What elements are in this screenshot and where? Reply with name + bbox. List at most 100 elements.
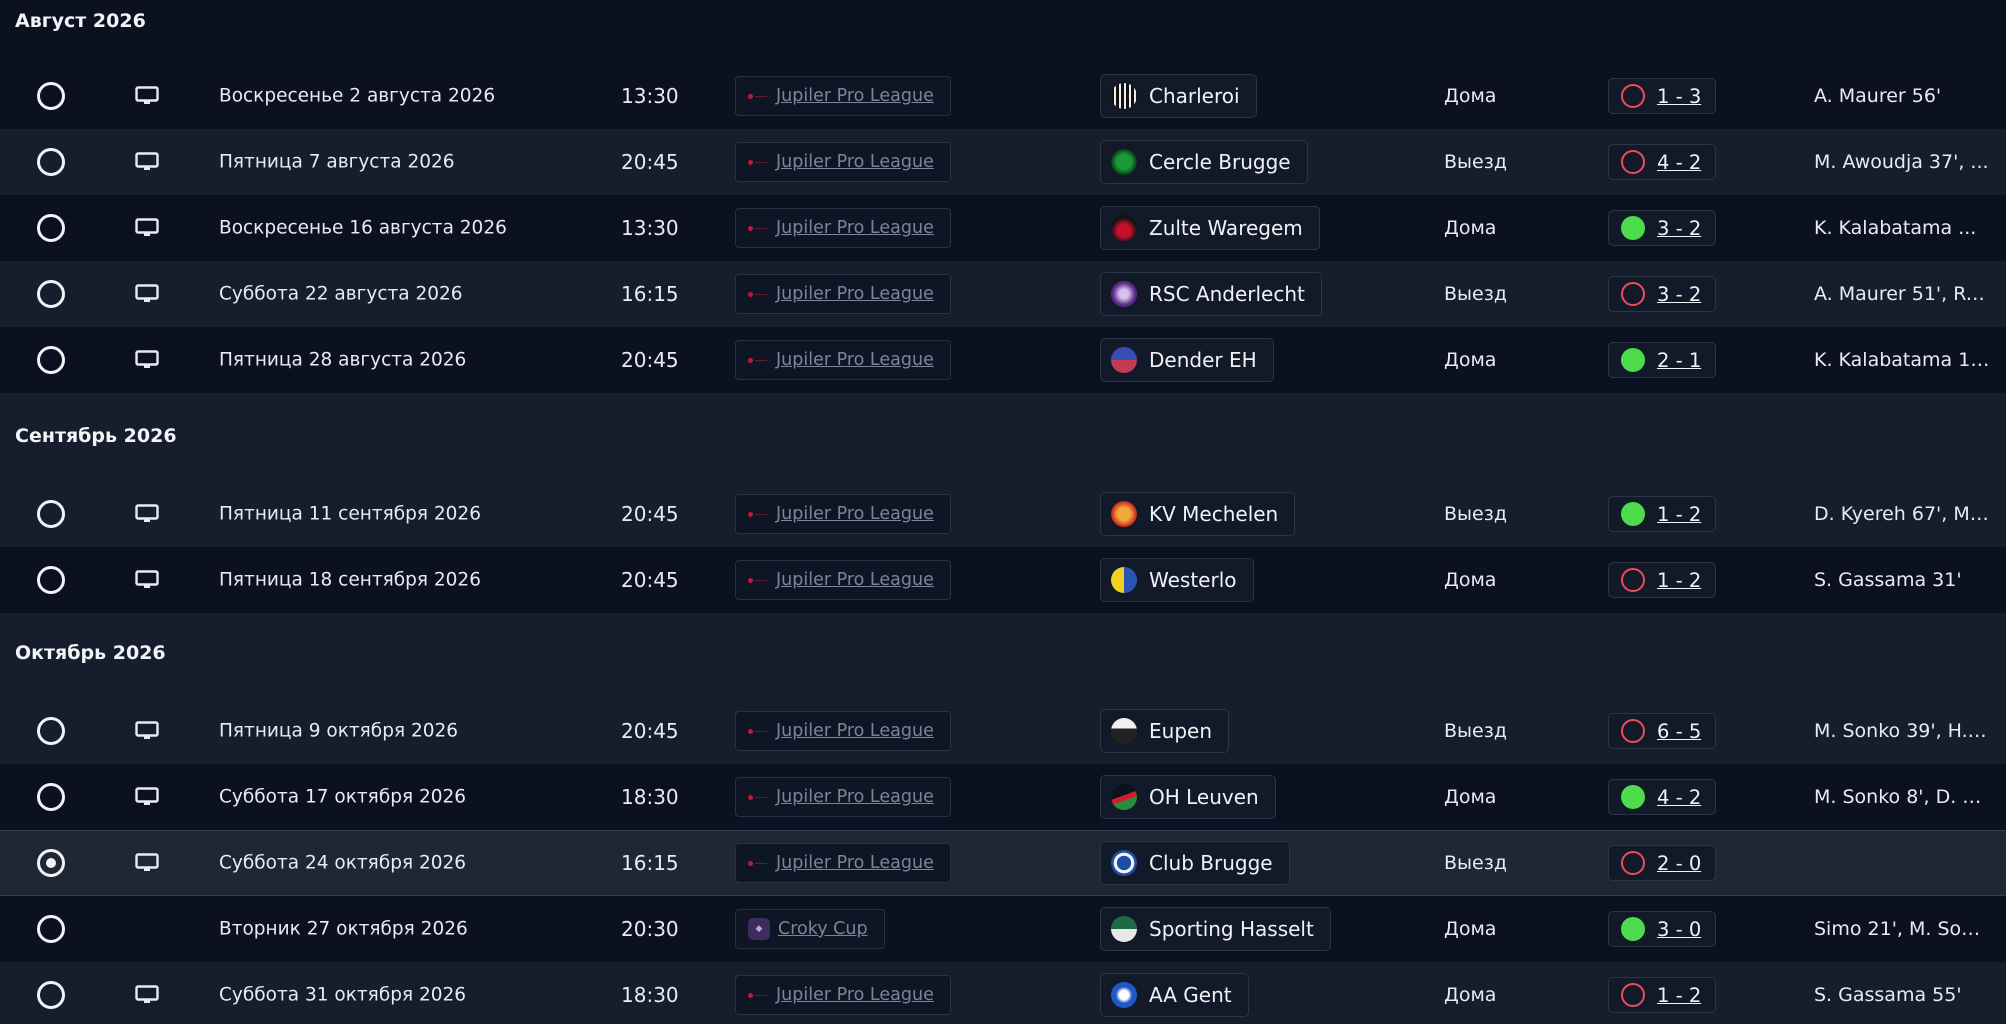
competition-link[interactable]: Jupiler Pro League — [735, 777, 951, 817]
match-result-button[interactable]: 1 - 2 — [1608, 562, 1717, 598]
opponent-button[interactable]: Club Brugge — [1100, 841, 1290, 885]
match-score: 6 - 5 — [1657, 719, 1702, 743]
match-select-radio[interactable] — [37, 280, 65, 308]
opponent-button[interactable]: Charleroi — [1100, 74, 1257, 118]
opponent-button[interactable]: OH Leuven — [1100, 775, 1276, 819]
win-indicator-icon — [1621, 917, 1645, 941]
opponent-button[interactable]: Eupen — [1100, 709, 1229, 753]
competition-name: Jupiler Pro League — [776, 787, 934, 807]
opponent-button[interactable]: AA Gent — [1100, 973, 1249, 1017]
westerlo-crest-icon — [1111, 567, 1137, 593]
match-result-button[interactable]: 1 - 3 — [1608, 78, 1717, 114]
match-result-button[interactable]: 1 - 2 — [1608, 496, 1717, 532]
match-row[interactable]: Пятница 28 августа 2026 20:45 Jupiler Pro … — [0, 327, 2006, 393]
match-result-button[interactable]: 4 - 2 — [1608, 779, 1717, 815]
match-select-radio[interactable] — [37, 346, 65, 374]
match-result-button[interactable]: 1 - 2 — [1608, 977, 1717, 1013]
match-select-radio[interactable] — [37, 214, 65, 242]
competition-name: Jupiler Pro League — [776, 570, 934, 590]
dender-crest-icon — [1111, 347, 1137, 373]
competition-link[interactable]: Jupiler Pro League — [735, 274, 951, 314]
match-select-radio[interactable] — [37, 82, 65, 110]
competition-link[interactable]: Jupiler Pro League — [735, 975, 951, 1015]
match-result-button[interactable]: 2 - 1 — [1608, 342, 1717, 378]
match-venue: Выезд — [1444, 852, 1507, 874]
match-row[interactable]: Воскресенье 2 августа 2026 13:30 Jupiler P… — [0, 63, 2006, 129]
match-time: 16:15 — [621, 851, 679, 875]
match-select-radio[interactable] — [37, 566, 65, 594]
win-indicator-icon — [1621, 785, 1645, 809]
competition-name: Jupiler Pro League — [776, 350, 934, 370]
match-time: 18:30 — [621, 785, 679, 809]
match-select-radio[interactable] — [37, 717, 65, 745]
match-result-button[interactable]: 2 - 0 — [1608, 845, 1717, 881]
opponent-button[interactable]: Sporting Hasselt — [1100, 907, 1331, 951]
match-select-radio[interactable] — [37, 981, 65, 1009]
competition-link[interactable]: ◆ Croky Cup — [735, 909, 885, 949]
competition-link[interactable]: Jupiler Pro League — [735, 76, 951, 116]
goal-scorers: A. Maurer 56' — [1814, 85, 1942, 107]
jupiler-logo-icon — [748, 357, 768, 363]
match-row[interactable]: Воскресенье 16 августа 2026 13:30 Jupiler … — [0, 195, 2006, 261]
match-row[interactable]: Суббота 31 октября 2026 18:30 Jupiler Pro … — [0, 962, 2006, 1024]
match-row[interactable]: Суббота 22 августа 2026 16:15 Jupiler Pro … — [0, 261, 2006, 327]
match-time: 20:45 — [621, 568, 679, 592]
match-row[interactable]: Пятница 7 августа 2026 20:45 Jupiler Pro L… — [0, 129, 2006, 195]
match-venue: Выезд — [1444, 720, 1507, 742]
match-score: 2 - 0 — [1657, 851, 1702, 875]
match-row[interactable]: Пятница 9 октября 2026 20:45 Jupiler Pro L… — [0, 698, 2006, 764]
match-time: 16:15 — [621, 282, 679, 306]
opponent-name: Sporting Hasselt — [1149, 917, 1314, 941]
tv-broadcast-icon — [135, 504, 159, 524]
match-date: Суббота 22 августа 2026 — [219, 283, 463, 305]
match-result-button[interactable]: 4 - 2 — [1608, 144, 1717, 180]
jupiler-logo-icon — [748, 291, 768, 297]
competition-link[interactable]: Jupiler Pro League — [735, 208, 951, 248]
match-venue: Выезд — [1444, 283, 1507, 305]
opponent-button[interactable]: RSC Anderlecht — [1100, 272, 1322, 316]
match-score: 1 - 3 — [1657, 84, 1702, 108]
competition-link[interactable]: Jupiler Pro League — [735, 494, 951, 534]
match-result-button[interactable]: 6 - 5 — [1608, 713, 1717, 749]
match-row[interactable]: Суббота 17 октября 2026 18:30 Jupiler Pro … — [0, 764, 2006, 830]
competition-link[interactable]: Jupiler Pro League — [735, 843, 951, 883]
jupiler-logo-icon — [748, 794, 768, 800]
tv-broadcast-icon — [135, 86, 159, 106]
competition-name: Jupiler Pro League — [776, 721, 934, 741]
match-select-radio[interactable] — [37, 783, 65, 811]
competition-link[interactable]: Jupiler Pro League — [735, 560, 951, 600]
match-date: Воскресенье 16 августа 2026 — [219, 217, 507, 239]
fixtures-list: Август 2026 Воскресенье 2 августа 2026 13:… — [0, 0, 2006, 1024]
match-select-radio[interactable] — [37, 148, 65, 176]
match-select-radio[interactable] — [37, 849, 65, 877]
match-venue: Выезд — [1444, 503, 1507, 525]
match-result-button[interactable]: 3 - 0 — [1608, 911, 1717, 947]
match-row[interactable]: Суббота 24 октября 2026 16:15 Jupiler Pro … — [0, 830, 2006, 896]
competition-link[interactable]: Jupiler Pro League — [735, 340, 951, 380]
match-select-radio[interactable] — [37, 915, 65, 943]
match-result-button[interactable]: 3 - 2 — [1608, 210, 1717, 246]
jupiler-logo-icon — [748, 93, 768, 99]
competition-link[interactable]: Jupiler Pro League — [735, 711, 951, 751]
match-score: 3 - 0 — [1657, 917, 1702, 941]
match-row[interactable]: Пятница 18 сентября 2026 20:45 Jupiler Pro… — [0, 547, 2006, 613]
opponent-button[interactable]: Westerlo — [1100, 558, 1254, 602]
opponent-name: Zulte Waregem — [1149, 216, 1303, 240]
goal-scorers: K. Kalabatama 1'... — [1814, 349, 1990, 371]
match-venue: Дома — [1444, 349, 1497, 371]
opponent-button[interactable]: KV Mechelen — [1100, 492, 1296, 536]
goal-scorers: M. Awoudja 37', ... — [1814, 151, 1989, 173]
competition-link[interactable]: Jupiler Pro League — [735, 142, 951, 182]
match-score: 4 - 2 — [1657, 150, 1702, 174]
opponent-button[interactable]: Zulte Waregem — [1100, 206, 1320, 250]
match-result-button[interactable]: 3 - 2 — [1608, 276, 1717, 312]
opponent-button[interactable]: Cercle Brugge — [1100, 140, 1308, 184]
match-row[interactable]: Пятница 11 сентября 2026 20:45 Jupiler Pro… — [0, 481, 2006, 547]
opponent-button[interactable]: Dender EH — [1100, 338, 1274, 382]
match-date: Суббота 17 октября 2026 — [219, 786, 467, 808]
match-score: 1 - 2 — [1657, 502, 1702, 526]
match-select-radio[interactable] — [37, 500, 65, 528]
match-row[interactable]: Вторник 27 октября 2026 20:30 ◆ Croky Cup Sp… — [0, 896, 2006, 962]
competition-name: Jupiler Pro League — [776, 853, 934, 873]
match-venue: Дома — [1444, 217, 1497, 239]
